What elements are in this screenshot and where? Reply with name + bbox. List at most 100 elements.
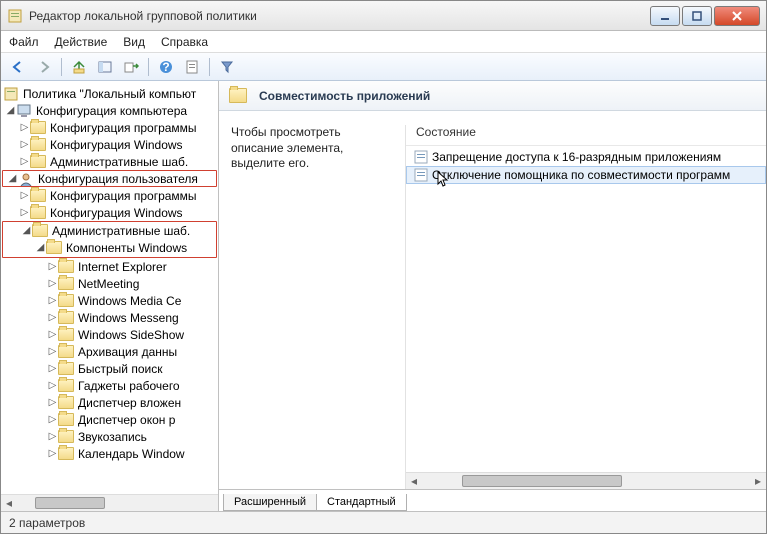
tree-item[interactable]: ▷Административные шаб. <box>1 153 218 170</box>
folder-icon <box>30 121 46 134</box>
window-buttons <box>650 6 760 26</box>
expand-icon[interactable]: ▷ <box>47 363 58 374</box>
expand-icon[interactable]: ▷ <box>47 448 58 459</box>
policy-tree[interactable]: Политика "Локальный компьют ◢ Конфигурац… <box>1 81 218 494</box>
folder-icon <box>30 138 46 151</box>
tree-item-label: NetMeeting <box>78 277 139 291</box>
expand-icon[interactable]: ▷ <box>47 295 58 306</box>
expand-icon[interactable]: ▷ <box>47 431 58 442</box>
help-button[interactable]: ? <box>155 56 177 78</box>
menu-action[interactable]: Действие <box>55 35 108 49</box>
toolbar-separator <box>209 58 210 76</box>
menu-file[interactable]: Файл <box>9 35 39 49</box>
tree-item[interactable]: ▷ Гаджеты рабочего <box>1 377 218 394</box>
show-hide-tree-button[interactable] <box>94 56 116 78</box>
tree-item[interactable]: ▷ Диспетчер вложен <box>1 394 218 411</box>
filter-button[interactable] <box>216 56 238 78</box>
tree-item[interactable]: ▷ Календарь Window <box>1 445 218 462</box>
tree-root[interactable]: Политика "Локальный компьют <box>1 85 218 102</box>
folder-icon <box>30 206 46 219</box>
expand-icon[interactable]: ▷ <box>19 190 30 201</box>
tree-item-windows-components[interactable]: ◢Компоненты Windows <box>3 239 216 256</box>
tree-item[interactable]: ▷Internet Explorer <box>1 258 218 275</box>
column-header-state[interactable]: Состояние <box>406 125 766 146</box>
toolbar-separator <box>61 58 62 76</box>
expand-icon[interactable]: ▷ <box>47 397 58 408</box>
tree-item[interactable]: ▷ Архивация данны <box>1 343 218 360</box>
close-button[interactable] <box>714 6 760 26</box>
expand-icon[interactable]: ▷ <box>47 414 58 425</box>
menu-view[interactable]: Вид <box>123 35 145 49</box>
setting-item[interactable]: Отключение помощника по совместимости пр… <box>406 166 766 184</box>
minimize-button[interactable] <box>650 6 680 26</box>
menu-help[interactable]: Справка <box>161 35 208 49</box>
tree-item-label: Гаджеты рабочего <box>78 379 180 393</box>
tree-item[interactable]: ▷Конфигурация Windows <box>1 204 218 221</box>
folder-icon <box>58 311 74 324</box>
window-title: Редактор локальной групповой политики <box>29 9 650 23</box>
collapse-icon[interactable]: ◢ <box>7 173 18 184</box>
tree-item-computer-config[interactable]: ◢ Конфигурация компьютера <box>1 102 218 119</box>
tree-item-label: Диспетчер вложен <box>78 396 181 410</box>
tree-item-admin-templates[interactable]: ◢Административные шаб. <box>3 222 216 239</box>
view-tabs: Расширенный Стандартный <box>219 489 766 511</box>
expand-icon[interactable]: ▷ <box>47 312 58 323</box>
folder-icon <box>46 241 62 254</box>
tree-item-user-config[interactable]: ◢ Конфигурация пользователя <box>2 170 217 187</box>
folder-icon <box>58 447 74 460</box>
statusbar: 2 параметров <box>1 511 766 533</box>
tab-extended[interactable]: Расширенный <box>223 494 317 511</box>
list-horizontal-scrollbar[interactable]: ◂ ▸ <box>406 472 766 489</box>
tree-item[interactable]: ▷ Windows SideShow <box>1 326 218 343</box>
tree-item[interactable]: ▷ Звукозапись <box>1 428 218 445</box>
expand-icon[interactable]: ▷ <box>47 278 58 289</box>
tree-pane: Политика "Локальный компьют ◢ Конфигурац… <box>1 81 219 511</box>
folder-icon <box>32 224 48 237</box>
export-button[interactable] <box>120 56 142 78</box>
expand-icon[interactable]: ▷ <box>19 139 30 150</box>
tree-item-label: Windows SideShow <box>78 328 184 342</box>
tab-standard[interactable]: Стандартный <box>316 494 407 511</box>
expand-icon[interactable]: ▷ <box>19 122 30 133</box>
tree-item[interactable]: ▷ Быстрый поиск <box>1 360 218 377</box>
folder-icon <box>58 277 74 290</box>
forward-button[interactable] <box>33 56 55 78</box>
tree-item[interactable]: ▷Конфигурация программы <box>1 119 218 136</box>
tree-item-label: Архивация данны <box>78 345 177 359</box>
collapse-icon[interactable]: ◢ <box>35 242 46 253</box>
collapse-icon[interactable]: ◢ <box>21 225 32 236</box>
folder-icon <box>58 379 74 392</box>
setting-item[interactable]: Запрещение доступа к 16-разрядным прилож… <box>406 148 766 166</box>
tree-item-label: Windows Messeng <box>78 311 179 325</box>
expand-icon[interactable]: ▷ <box>47 329 58 340</box>
tree-item[interactable]: ▷ Windows Messeng <box>1 309 218 326</box>
folder-icon <box>58 260 74 273</box>
expand-icon[interactable]: ▷ <box>47 346 58 357</box>
expand-icon[interactable]: ▷ <box>47 261 58 272</box>
setting-icon <box>414 168 428 182</box>
folder-icon <box>58 328 74 341</box>
collapse-icon[interactable]: ◢ <box>5 105 16 116</box>
expand-icon[interactable]: ▷ <box>19 156 30 167</box>
tree-item[interactable]: ▷Windows Media Ce <box>1 292 218 309</box>
setting-icon <box>414 150 428 164</box>
scrollbar-thumb[interactable] <box>462 475 622 487</box>
workspace: Политика "Локальный компьют ◢ Конфигурац… <box>1 81 766 511</box>
expand-icon[interactable]: ▷ <box>19 207 30 218</box>
tree-item[interactable]: ▷Диспетчер окон р <box>1 411 218 428</box>
tree-horizontal-scrollbar[interactable]: ◂ <box>1 494 218 511</box>
tree-item[interactable]: ▷Конфигурация программы <box>1 187 218 204</box>
tree-item-label: Быстрый поиск <box>78 362 162 376</box>
tree-item[interactable]: ▷Конфигурация Windows <box>1 136 218 153</box>
back-button[interactable] <box>7 56 29 78</box>
tree-item-label: Звукозапись <box>78 430 147 444</box>
scrollbar-thumb[interactable] <box>35 497 105 509</box>
description-text: Чтобы просмотреть описание элемента, выд… <box>219 125 405 489</box>
tree-item-label: Календарь Window <box>78 447 185 461</box>
tree-item[interactable]: ▷ NetMeeting <box>1 275 218 292</box>
properties-button[interactable] <box>181 56 203 78</box>
expand-icon[interactable]: ▷ <box>47 380 58 391</box>
folder-icon <box>30 155 46 168</box>
maximize-button[interactable] <box>682 6 712 26</box>
up-button[interactable] <box>68 56 90 78</box>
